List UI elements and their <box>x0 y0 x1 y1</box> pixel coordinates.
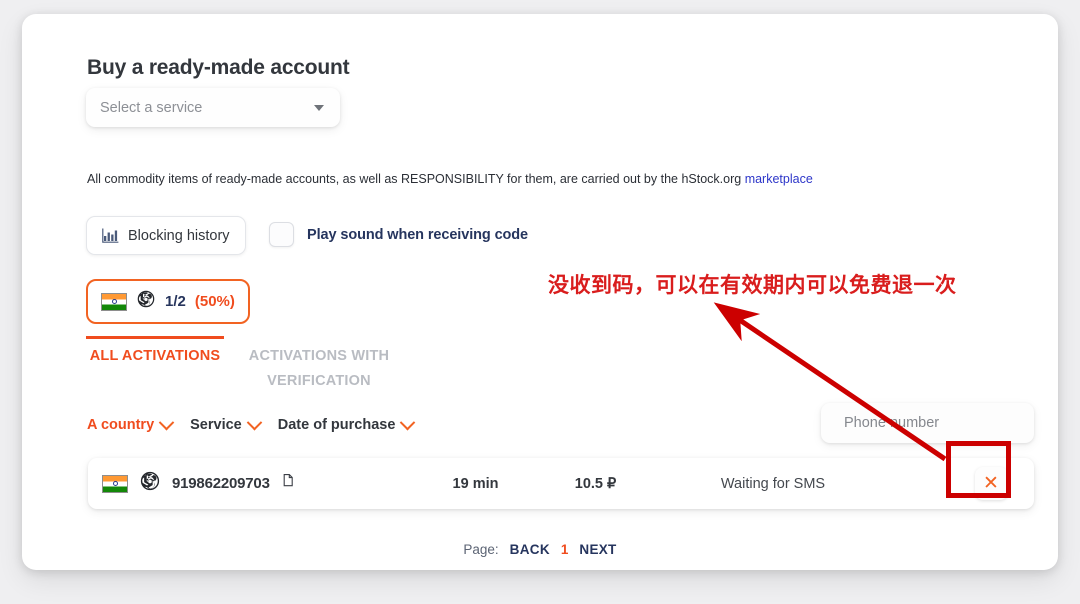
india-flag-icon <box>102 475 128 493</box>
india-flag-icon <box>101 293 127 311</box>
badge-percent: (50%) <box>195 293 235 310</box>
phone-search-placeholder: Phone number <box>844 415 939 431</box>
service-select-placeholder: Select a service <box>100 100 314 116</box>
notice-text: All commodity items of ready-made accoun… <box>87 172 745 186</box>
row-time-remaining: 19 min <box>418 476 533 492</box>
sound-checkbox-group[interactable]: Play sound when receiving code <box>269 222 528 247</box>
annotation-text: 没收到码，可以在有效期内可以免费退一次 <box>548 269 957 299</box>
pagination: Page: BACK 1 NEXT <box>22 542 1058 557</box>
openai-logo-icon <box>136 289 156 314</box>
marketplace-link[interactable]: marketplace <box>745 172 813 186</box>
copy-icon[interactable] <box>282 474 295 493</box>
blocking-history-label: Blocking history <box>128 228 230 244</box>
sound-checkbox-label: Play sound when receiving code <box>307 227 528 243</box>
tab-all-activations[interactable]: ALL ACTIVATIONS <box>86 336 224 394</box>
filter-bar: A country Service Date of purchase <box>87 417 413 433</box>
row-phone-number: 919862209703 <box>172 475 270 492</box>
filter-date-label: Date of purchase <box>278 417 396 433</box>
filter-country-label: A country <box>87 417 154 433</box>
filter-service[interactable]: Service <box>190 417 260 433</box>
sound-checkbox[interactable] <box>269 222 294 247</box>
filter-country[interactable]: A country <box>87 417 172 433</box>
chevron-down-icon <box>314 105 324 111</box>
status-badge[interactable]: 1/2 (50%) <box>86 279 250 324</box>
row-price: 10.5 ₽ <box>533 476 658 492</box>
tab-activations-with-verification[interactable]: ACTIVATIONS WITH VERIFICATION <box>224 336 414 394</box>
chevron-down-icon <box>400 414 416 430</box>
pagination-label: Page: <box>463 542 498 557</box>
phone-number-search-input[interactable]: Phone number <box>821 403 1034 443</box>
table-row[interactable]: 919862209703 19 min 10.5 ₽ Waiting for S… <box>88 458 1034 509</box>
row-identity-cell: 919862209703 <box>88 470 418 497</box>
filter-date-of-purchase[interactable]: Date of purchase <box>278 417 414 433</box>
annotation-highlight-box <box>946 441 1011 498</box>
openai-logo-icon <box>139 470 161 497</box>
page-title: Buy a ready-made account <box>87 56 349 80</box>
pagination-current-page[interactable]: 1 <box>561 542 569 557</box>
marketplace-notice: All commodity items of ready-made accoun… <box>87 172 813 186</box>
service-select[interactable]: Select a service <box>86 88 340 127</box>
chevron-down-icon <box>159 414 175 430</box>
blocking-history-button[interactable]: Blocking history <box>86 216 246 255</box>
tab-list: ALL ACTIVATIONS ACTIVATIONS WITH VERIFIC… <box>86 336 414 394</box>
bar-chart-icon <box>102 228 119 243</box>
filter-service-label: Service <box>190 417 242 433</box>
pagination-back-button[interactable]: BACK <box>510 542 550 557</box>
pagination-next-button[interactable]: NEXT <box>579 542 616 557</box>
row-status: Waiting for SMS <box>658 476 948 492</box>
badge-count: 1/2 <box>165 293 186 310</box>
chevron-down-icon <box>246 414 262 430</box>
